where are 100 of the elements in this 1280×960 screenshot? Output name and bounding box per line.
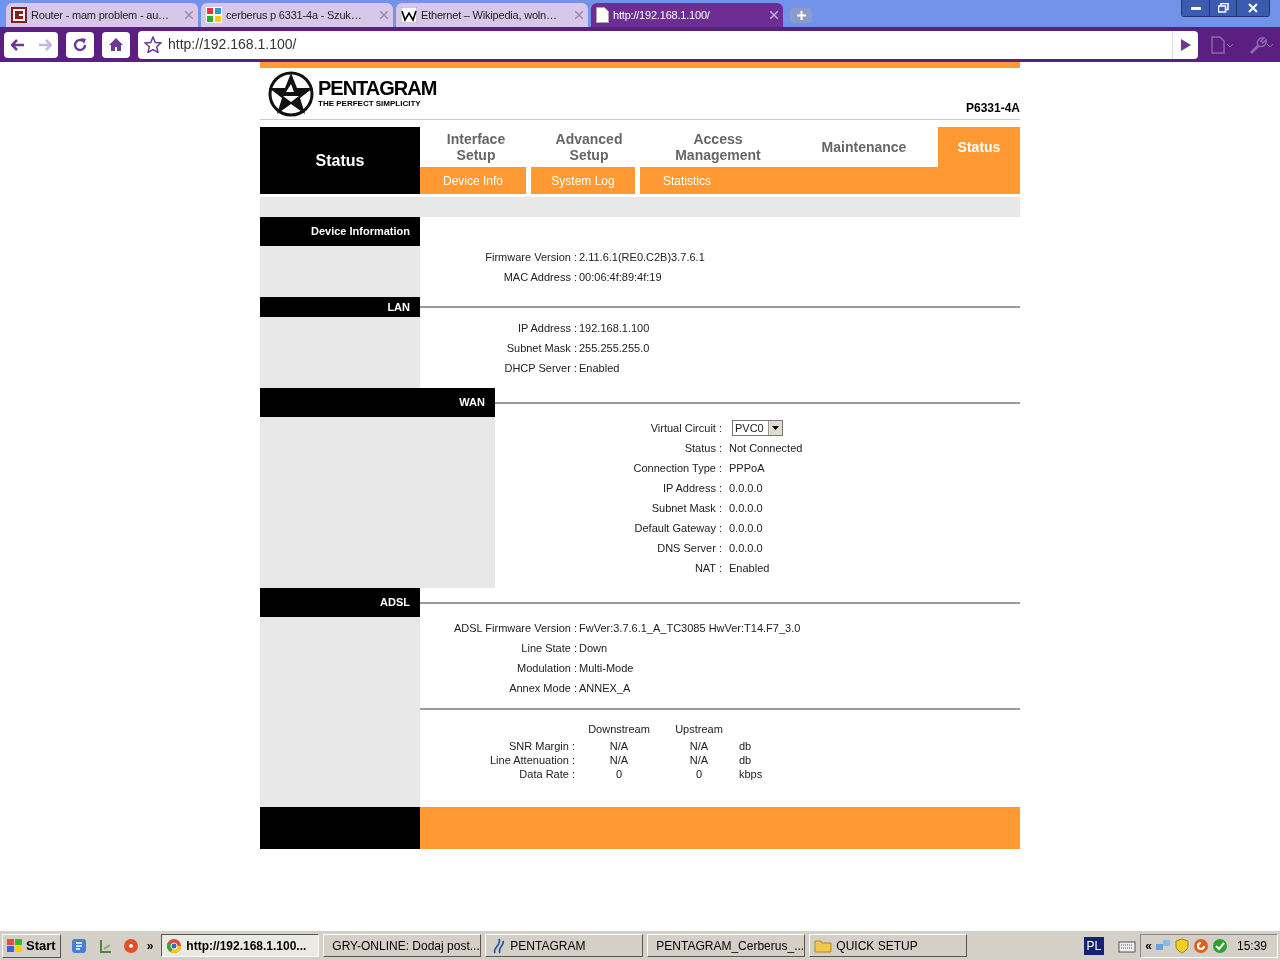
star-icon[interactable] bbox=[144, 36, 162, 53]
table-cell-text: N/A bbox=[688, 752, 710, 768]
taskbar-button[interactable]: PENTAGRAM_Cerberus_... bbox=[647, 934, 806, 957]
back-arrow-icon bbox=[10, 38, 25, 51]
field-value: PPPoA bbox=[728, 460, 765, 476]
field-value: Down bbox=[578, 640, 608, 656]
field-label: Status : bbox=[683, 440, 722, 456]
field-label: Subnet Mask : bbox=[650, 500, 722, 516]
table-cell-text: db bbox=[738, 752, 752, 768]
field-label: Line State : bbox=[520, 640, 577, 656]
restore-button[interactable] bbox=[1209, 0, 1236, 16]
field-value: ANNEX_A bbox=[578, 680, 631, 696]
table-cell-text: 0 bbox=[614, 766, 624, 782]
section-header: LAN bbox=[260, 297, 420, 317]
taskbar-button[interactable]: http://192.168.1.100... bbox=[161, 934, 320, 957]
reload-button[interactable] bbox=[66, 31, 94, 58]
close-icon[interactable] bbox=[575, 11, 583, 19]
home-icon bbox=[108, 37, 124, 52]
browser-tab[interactable]: cerberus p 6331-4a - Szuk… bbox=[201, 3, 393, 27]
column-header: Downstream bbox=[587, 721, 651, 737]
expand-tray-button[interactable]: « bbox=[1145, 936, 1152, 955]
field-value: Multi-Mode bbox=[578, 660, 634, 676]
field-value: 0.0.0.0 bbox=[728, 480, 763, 496]
minimize-button[interactable] bbox=[1182, 0, 1209, 16]
dropdown[interactable]: PVC0 bbox=[732, 420, 783, 436]
column-header: Upstream bbox=[674, 721, 724, 737]
field-label: IP Address : bbox=[516, 320, 577, 336]
close-icon[interactable] bbox=[185, 11, 193, 19]
close-icon[interactable] bbox=[770, 11, 778, 19]
favicon-icon bbox=[206, 7, 222, 23]
field-value: 192.168.1.100 bbox=[578, 320, 650, 336]
field-value: 00:06:4f:89:4f:19 bbox=[578, 269, 662, 285]
reload-icon bbox=[72, 36, 88, 53]
field-value: 255.255.255.0 bbox=[578, 340, 650, 356]
disc-icon[interactable] bbox=[122, 937, 139, 954]
browser-tab[interactable]: Router - mam problem - au… bbox=[6, 3, 198, 27]
field-label: Virtual Circuit : bbox=[649, 420, 722, 436]
refresh-icon[interactable] bbox=[1192, 937, 1209, 954]
field-value: Enabled bbox=[728, 560, 770, 576]
field-value: 0.0.0.0 bbox=[728, 500, 763, 516]
table-cell-text: 0 bbox=[694, 766, 704, 782]
field-value: 2.11.6.1(RE0.C2B)3.7.6.1 bbox=[578, 249, 705, 265]
table-cell-text: N/A bbox=[688, 738, 710, 754]
address-bar[interactable]: http://192.168.1.100/ bbox=[138, 30, 1198, 59]
model-name: P6331-4A bbox=[965, 100, 1020, 117]
field-label: NAT : bbox=[693, 560, 722, 576]
windows-logo-icon bbox=[7, 938, 23, 953]
taskbar-button[interactable]: GRY-ONLINE: Dodaj post... bbox=[323, 934, 482, 957]
check-icon[interactable] bbox=[1211, 937, 1228, 954]
row-label: Data Rate : bbox=[518, 766, 575, 782]
url-text: http://192.168.1.100/ bbox=[168, 35, 298, 54]
field-label: DHCP Server : bbox=[503, 360, 577, 376]
play-icon bbox=[1180, 38, 1191, 51]
field-label: MAC Address : bbox=[502, 269, 577, 285]
page-menu-icon[interactable] bbox=[1210, 35, 1234, 54]
star-logo-icon bbox=[266, 69, 316, 117]
taskbar-button[interactable]: PENTAGRAM bbox=[485, 934, 644, 957]
favicon-icon bbox=[401, 7, 417, 23]
field-value: FwVer:3.7.6.1_A_TC3085 HwVer:T14.F7_3.0 bbox=[578, 620, 801, 636]
browser-tab[interactable]: http://192.168.1.100/ bbox=[591, 3, 783, 27]
folder-icon bbox=[814, 938, 833, 953]
field-label: Default Gateway : bbox=[633, 520, 722, 536]
close-icon[interactable] bbox=[380, 11, 388, 19]
row-label: SNR Margin : bbox=[507, 738, 575, 754]
keyboard-icon[interactable] bbox=[1118, 938, 1137, 953]
plus-icon bbox=[796, 11, 806, 20]
shield-icon[interactable] bbox=[1173, 937, 1190, 954]
new-tab-button[interactable] bbox=[790, 8, 812, 23]
field-label: Modulation : bbox=[516, 660, 577, 676]
more-button[interactable]: » bbox=[142, 936, 158, 955]
table-cell-text: N/A bbox=[608, 738, 630, 754]
minimize-icon bbox=[1190, 6, 1201, 10]
field-value: 0.0.0.0 bbox=[728, 520, 763, 536]
brand-name: PENTAGRAM bbox=[318, 78, 437, 98]
field-label: IP Address : bbox=[661, 480, 722, 496]
taskbar-button[interactable]: QUICK SETUP bbox=[809, 934, 968, 957]
start-button[interactable]: Start bbox=[2, 933, 61, 958]
field-label: Subnet Mask : bbox=[505, 340, 577, 356]
field-value: Enabled bbox=[578, 360, 620, 376]
section-header: Device Information bbox=[260, 217, 420, 246]
caret-icon bbox=[771, 426, 779, 430]
field-label: DNS Server : bbox=[656, 540, 722, 556]
page-title: Status bbox=[260, 127, 420, 194]
clock: 15:39 bbox=[1236, 937, 1267, 955]
field-label: ADSL Firmware Version : bbox=[452, 620, 577, 636]
table-cell-text: kbps bbox=[738, 766, 763, 782]
restore-icon bbox=[1217, 3, 1229, 13]
table-cell-text: db bbox=[738, 738, 752, 754]
wrench-icon[interactable] bbox=[1248, 35, 1274, 54]
home-button[interactable] bbox=[102, 31, 130, 58]
close-button[interactable] bbox=[1236, 0, 1269, 16]
row-label: Line Attenuation : bbox=[489, 752, 575, 768]
field-label: Annex Mode : bbox=[508, 680, 577, 696]
field-value: 0.0.0.0 bbox=[728, 540, 763, 556]
field-label: Connection Type : bbox=[632, 460, 722, 476]
browser-tab[interactable]: Ethernet – Wikipedia, woln… bbox=[396, 3, 588, 27]
language-indicator[interactable]: PL bbox=[1083, 936, 1105, 955]
browser-icon[interactable] bbox=[70, 937, 87, 954]
page-icon bbox=[596, 7, 609, 23]
section-header: WAN bbox=[260, 388, 495, 417]
